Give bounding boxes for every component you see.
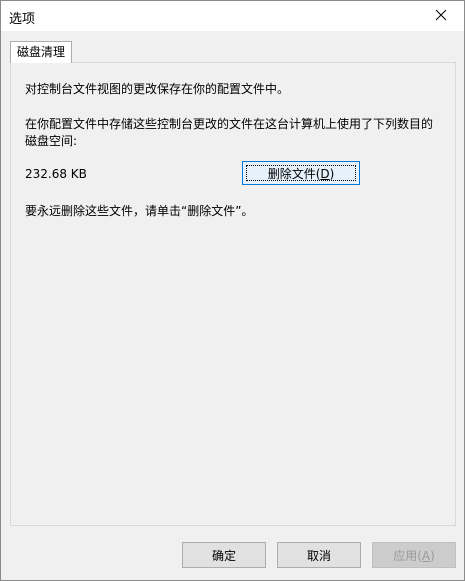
apply-label: 应用(A): [393, 548, 435, 563]
tab-strip: 磁盘清理: [10, 41, 455, 63]
dialog-title: 选项: [9, 12, 36, 27]
focus-rectangle: [246, 165, 356, 181]
options-dialog: 选项 磁盘清理 对控制台文件视图的更改保存在你的配置文件中。 在你配置文件中存储…: [0, 0, 465, 581]
close-button[interactable]: [418, 1, 464, 31]
intro-text: 对控制台文件视图的更改保存在你的配置文件中。: [25, 82, 290, 96]
usage-text-line2: 磁盘空间:: [25, 134, 78, 148]
tab-panel: 对控制台文件视图的更改保存在你的配置文件中。 在你配置文件中存储这些控制台更改的…: [10, 62, 456, 526]
cancel-button[interactable]: 取消: [277, 542, 361, 568]
apply-button[interactable]: 应用(A): [372, 542, 456, 568]
hint-text: 要永远删除这些文件，请单击“删除文件”。: [25, 204, 254, 218]
delete-files-button[interactable]: 删除文件(D): [242, 161, 360, 185]
disk-usage-value: 232.68 KB: [25, 167, 87, 181]
tab-disk-cleanup[interactable]: 磁盘清理: [10, 41, 73, 63]
title-bar: 选项: [1, 1, 464, 31]
usage-text-line1: 在你配置文件中存储这些控制台更改的文件在这台计算机上使用了下列数目的: [25, 117, 434, 131]
ok-button[interactable]: 确定: [182, 542, 266, 568]
close-icon: [435, 9, 447, 24]
